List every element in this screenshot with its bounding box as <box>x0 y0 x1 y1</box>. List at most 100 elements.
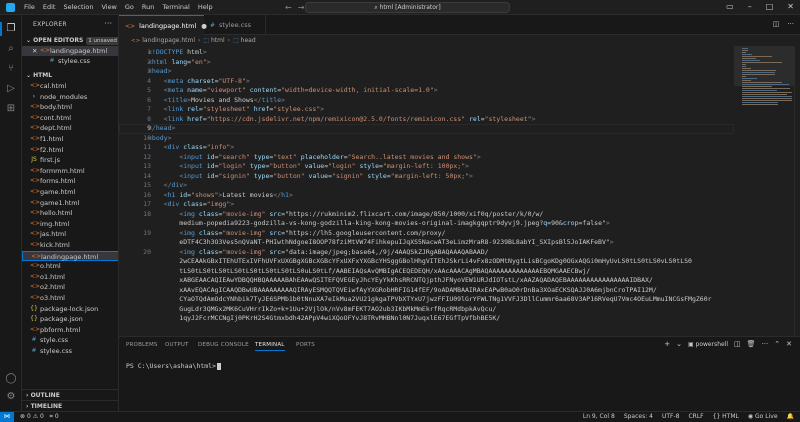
line-number: 13 <box>143 162 151 170</box>
maximize-panel-icon[interactable]: ⌃ <box>774 340 780 348</box>
open-editors-header[interactable]: ⌄ OPEN EDITORS 1 unsaved <box>22 35 118 46</box>
close-editor-icon[interactable]: ✕ <box>32 46 37 56</box>
file-item[interactable]: <> landingpage.html <box>22 250 118 261</box>
explorer-icon[interactable]: ❐ <box>5 23 17 35</box>
menu-edit[interactable]: Edit <box>43 3 56 11</box>
status-left: ⊗ 0 ⚠ 0 ⌗ 0 <box>20 412 59 422</box>
remote-indicator-icon[interactable]: ⋈ <box>0 412 14 422</box>
minimap-line <box>742 68 751 69</box>
html-icon: <> <box>30 113 41 121</box>
timeline-header[interactable]: › TIMELINE <box>22 400 118 411</box>
panel-tab-problems[interactable]: PROBLEMS <box>126 342 158 348</box>
editor-scrollbar[interactable] <box>794 46 800 336</box>
file-item[interactable]: <> f2.html <box>22 145 118 155</box>
menu-go[interactable]: Go <box>125 3 134 11</box>
file-item[interactable]: <> pbform.html <box>22 325 118 335</box>
more-actions-icon[interactable]: ··· <box>762 340 769 348</box>
code-line: <input id="login" type="button" value="l… <box>179 162 470 170</box>
open-editor-landingpage[interactable]: ✕ <> landingpage.html <box>22 46 118 56</box>
file-item[interactable]: <> dept.html <box>22 123 118 133</box>
outline-header[interactable]: › OUTLINE <box>22 389 118 400</box>
close-panel-icon[interactable]: ✕ <box>786 340 792 348</box>
html-icon: <> <box>30 124 41 132</box>
unsaved-badge: 1 unsaved <box>86 37 118 45</box>
tab-landingpage[interactable]: <> landingpage.html ● <box>119 15 207 35</box>
more-actions-icon[interactable]: ··· <box>104 19 112 28</box>
file-item[interactable]: {} package-lock.json <box>22 304 118 314</box>
menu-terminal[interactable]: Terminal <box>162 3 189 11</box>
file-item[interactable]: <> cont.html <box>22 113 118 123</box>
cursor-position[interactable]: Ln 9, Col 8 <box>583 412 615 422</box>
file-item[interactable]: <> f1.html <box>22 134 118 144</box>
language-mode[interactable]: {} HTML <box>713 412 739 422</box>
file-item[interactable]: <> body.html <box>22 102 118 112</box>
notifications-bell-icon[interactable]: 🔔 <box>787 412 794 422</box>
menu-help[interactable]: Help <box>198 3 213 11</box>
file-item[interactable]: <> o2.html <box>22 282 118 292</box>
menu-file[interactable]: File <box>24 3 35 11</box>
tab-stylee[interactable]: # stylee.css <box>204 15 266 35</box>
panel-tab-ports[interactable]: PORTS <box>296 342 315 348</box>
encoding[interactable]: UTF-8 <box>662 412 680 422</box>
close-window-icon[interactable]: ✕ <box>787 2 794 11</box>
file-item[interactable]: <> o.html <box>22 261 118 271</box>
breadcrumb-file[interactable]: landingpage.html <box>142 37 195 44</box>
split-terminal-icon[interactable]: ◫ <box>734 340 741 348</box>
account-icon[interactable]: ◯ <box>5 373 17 385</box>
file-item[interactable]: <> jas.html <box>22 229 118 239</box>
file-item[interactable]: › node_modules <box>22 92 118 102</box>
trash-icon[interactable]: 🗑 <box>747 340 756 348</box>
file-item[interactable]: # stylee.css <box>22 346 118 356</box>
command-center-search[interactable]: ⌕ html [Administrator] <box>305 2 510 13</box>
file-item[interactable]: <> game.html <box>22 187 118 197</box>
back-arrow-icon[interactable]: ← <box>285 3 298 12</box>
line-ending[interactable]: CRLF <box>688 412 703 422</box>
terminal-shell-name[interactable]: ▣ powershell <box>688 341 728 348</box>
line-number: 15 <box>143 181 151 189</box>
maximize-icon[interactable]: □ <box>766 2 774 11</box>
file-item[interactable]: <> kick.html <box>22 240 118 250</box>
split-editor-icon[interactable]: ◫ <box>773 20 780 28</box>
go-live-button[interactable]: ◉ Go Live <box>748 412 778 422</box>
minimap-line <box>742 56 772 57</box>
file-item[interactable]: <> o3.html <box>22 293 118 303</box>
manage-gear-icon[interactable]: ⚙ <box>5 391 17 403</box>
file-item[interactable]: <> cal.html <box>22 81 118 91</box>
file-item[interactable]: {} package.json <box>22 314 118 324</box>
ports-status[interactable]: ⌗ 0 <box>50 413 59 420</box>
terminal-output[interactable]: PS C:\Users\ashaa\html> <box>126 362 222 370</box>
breadcrumb-html[interactable]: html <box>211 37 225 44</box>
source-control-icon[interactable]: ⑂ <box>5 63 17 75</box>
folder-html-header[interactable]: ⌄ HTML <box>22 70 118 81</box>
minimap-line <box>742 48 748 49</box>
file-item[interactable]: JS first.js <box>22 155 118 165</box>
more-actions-icon[interactable]: ··· <box>787 20 794 28</box>
menu-run[interactable]: Run <box>142 3 154 11</box>
extensions-icon[interactable]: ⊞ <box>5 103 17 115</box>
search-icon[interactable]: ⌕ <box>5 43 17 55</box>
panel-tab-output[interactable]: OUTPUT <box>165 342 189 348</box>
errors-status[interactable]: ⊗ 0 ⚠ 0 <box>20 413 44 420</box>
code-editor[interactable]: 1 <!DOCTYPE html> 2 <html lang="en"> 3 <head>… <box>119 46 734 336</box>
file-item[interactable]: <> o1.html <box>22 272 118 282</box>
file-item[interactable]: <> forms.html <box>22 176 118 186</box>
menu-selection[interactable]: Selection <box>63 3 93 11</box>
panel-tab-terminal[interactable]: TERMINAL <box>255 342 285 351</box>
file-item[interactable]: <> game1.html <box>22 198 118 208</box>
file-item[interactable]: <> img.html <box>22 219 118 229</box>
file-item[interactable]: <> hello.html <box>22 208 118 218</box>
open-editor-stylee[interactable]: # stylee.css <box>22 56 118 66</box>
breadcrumb-head[interactable]: head <box>241 37 256 44</box>
minimap[interactable] <box>734 46 800 336</box>
minimize-icon[interactable]: – <box>748 2 752 11</box>
run-debug-icon[interactable]: ▷ <box>5 83 17 95</box>
code-line: <head> <box>148 67 172 75</box>
new-terminal-icon[interactable]: + <box>664 340 670 348</box>
layout-icon[interactable]: ▭ <box>726 2 734 11</box>
indentation[interactable]: Spaces: 4 <box>624 412 653 422</box>
menu-view[interactable]: View <box>101 3 116 11</box>
panel-tab-debug-console[interactable]: DEBUG CONSOLE <box>198 342 249 348</box>
chevron-down-icon[interactable]: ⌄ <box>676 340 682 348</box>
file-item[interactable]: # style.css <box>22 335 118 345</box>
file-item[interactable]: <> formmm.html <box>22 166 118 176</box>
